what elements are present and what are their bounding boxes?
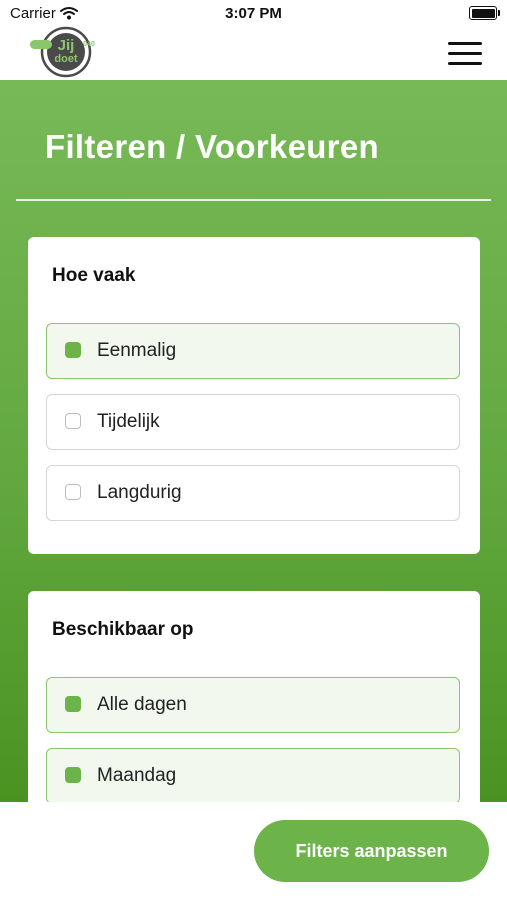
option-label: Alle dagen [97, 694, 187, 715]
option-maandag[interactable]: Maandag [46, 748, 460, 802]
frequency-card: Hoe vaak Eenmalig Tijdelijk Langdurig [28, 237, 480, 554]
bottom-bar: Filters aanpassen [0, 802, 507, 900]
logo-main-text: Jij [58, 37, 75, 54]
hamburger-icon[interactable] [448, 42, 482, 68]
option-label: Tijdelijk [97, 411, 160, 432]
checkbox-icon[interactable] [65, 696, 81, 712]
option-tijdelijk[interactable]: Tijdelijk [46, 394, 460, 450]
option-alle-dagen[interactable]: Alle dagen [46, 677, 460, 733]
checkbox-icon[interactable] [65, 413, 81, 429]
status-bar: Carrier 3:07 PM [0, 0, 507, 28]
logo-sub-text: doet [54, 53, 78, 65]
battery-icon [469, 6, 500, 20]
option-langdurig[interactable]: Langdurig [46, 465, 460, 521]
app-logo[interactable]: Jij doet 040 [26, 26, 102, 78]
option-label: Langdurig [97, 482, 182, 503]
title-divider [16, 199, 491, 201]
availability-card-title: Beschikbaar op [52, 619, 194, 640]
option-eenmalig[interactable]: Eenmalig [46, 323, 460, 379]
checkbox-icon[interactable] [65, 484, 81, 500]
apply-filters-button[interactable]: Filters aanpassen [254, 820, 489, 882]
clock: 3:07 PM [225, 5, 282, 22]
app-header: Jij doet 040 [0, 26, 507, 80]
frequency-card-title: Hoe vaak [52, 265, 136, 286]
checkbox-icon[interactable] [65, 342, 81, 358]
option-label: Eenmalig [97, 340, 177, 361]
checkbox-icon[interactable] [65, 767, 81, 783]
availability-card: Beschikbaar op Alle dagen Maandag [28, 591, 480, 802]
page-title: Filteren / Voorkeuren [45, 128, 379, 165]
filter-content: Filteren / Voorkeuren Hoe vaak Eenmalig … [0, 80, 507, 802]
option-label: Maandag [97, 765, 177, 786]
logo-badge-text: 040 [83, 41, 95, 48]
